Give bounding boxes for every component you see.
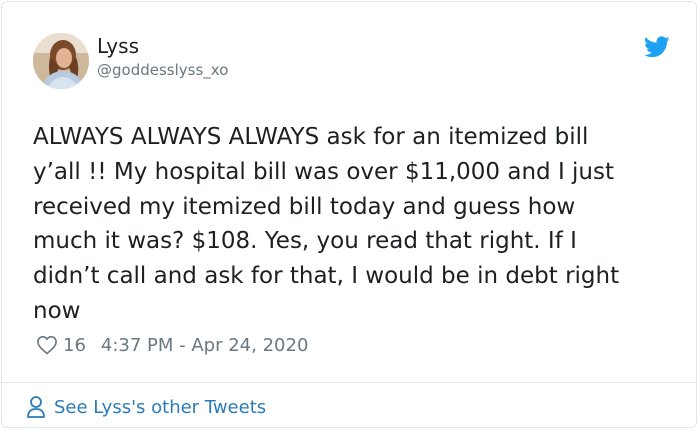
tweet-card: Lyss @goddesslyss_xo ALWAYS ALWAYS ALWAY… bbox=[1, 1, 697, 428]
avatar-image bbox=[33, 33, 89, 89]
twitter-bird-icon[interactable] bbox=[644, 36, 670, 58]
tweet-meta: 16 4:37 PM - Apr 24, 2020 bbox=[36, 332, 308, 358]
like-count[interactable]: 16 bbox=[63, 335, 86, 356]
tweet-text: ALWAYS ALWAYS ALWAYS ask for an itemized… bbox=[33, 124, 620, 324]
heart-icon[interactable] bbox=[36, 335, 58, 355]
tweet-timestamp[interactable]: 4:37 PM - Apr 24, 2020 bbox=[101, 335, 308, 356]
divider bbox=[2, 382, 696, 383]
see-other-tweets-label: See Lyss's other Tweets bbox=[54, 396, 267, 418]
author-handle[interactable]: @goddesslyss_xo bbox=[97, 60, 228, 80]
person-icon bbox=[27, 396, 45, 418]
see-other-tweets-link[interactable]: See Lyss's other Tweets bbox=[26, 395, 266, 419]
avatar[interactable] bbox=[33, 33, 89, 89]
author-name[interactable]: Lyss bbox=[97, 34, 139, 58]
